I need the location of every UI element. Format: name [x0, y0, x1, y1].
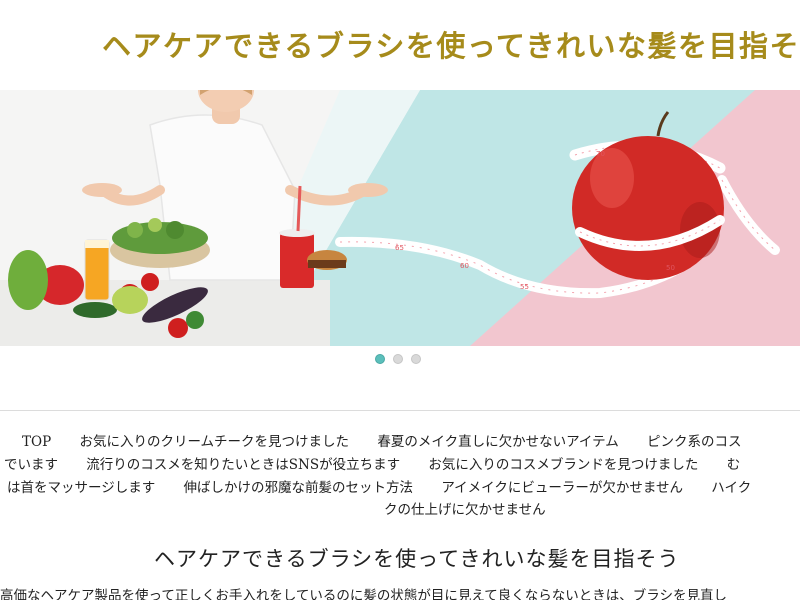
page: ヘアケアできるブラシを使ってきれいな髪を目指そ 70 50 55 60 65 T… [0, 0, 800, 600]
nav-link[interactable]: む [727, 457, 741, 473]
nav-link[interactable]: アイメイクにビューラーが欠かせません [441, 480, 683, 496]
nav-link[interactable]: 春夏のメイク直しに欠かせないアイテム [377, 434, 618, 450]
nav-link[interactable]: お気に入りのコスメブランドを見つけました [428, 457, 698, 473]
tape-mark: 50 [666, 264, 675, 272]
nav-row-4: クの仕上げに欠かせません [384, 499, 546, 521]
nav-link[interactable]: クの仕上げに欠かせません [384, 502, 546, 518]
slider-dot-2[interactable] [393, 354, 403, 364]
slider-dot-3[interactable] [411, 354, 421, 364]
site-title-link[interactable]: ヘアケアできるブラシを使ってきれいな髪を目指そ [102, 24, 800, 68]
nav-link[interactable]: 流行りのコスメを知りたいときはSNSが役立ちます [86, 457, 400, 473]
nav-link[interactable]: でいます [4, 457, 58, 473]
slider-pagination [375, 354, 421, 364]
slider-dot-1[interactable] [375, 354, 385, 364]
nav-row-1: TOP お気に入りのクリームチークを見つけました 春夏のメイク直しに欠かせないア… [22, 431, 742, 453]
global-nav: TOP お気に入りのクリームチークを見つけました 春夏のメイク直しに欠かせないア… [0, 410, 800, 518]
nav-row-3: は首をマッサージします 伸ばしかけの邪魔な前髪のセット方法 アイメイクにビューラ… [7, 477, 751, 499]
nav-link[interactable]: は首をマッサージします [7, 480, 155, 496]
article-intro-text: 高価なヘアケア製品を使って正しくお手入れをしているのに髪の状態が目に見えて良くな… [0, 588, 727, 600]
nav-link-top[interactable]: TOP [22, 434, 51, 450]
nav-link[interactable]: ハイク [711, 480, 751, 496]
tape-mark: 60 [460, 262, 469, 270]
tape-mark: 55 [520, 283, 529, 291]
nav-link[interactable]: お気に入りのクリームチークを見つけました [79, 434, 349, 450]
hero-slider[interactable]: 70 50 55 60 65 [0, 90, 800, 346]
article-heading: ヘアケアできるブラシを使ってきれいな髪を目指そう [154, 547, 680, 571]
tape-mark: 65 [395, 244, 404, 252]
tape-mark: 70 [596, 150, 605, 158]
nav-link[interactable]: ピンク系のコス [647, 434, 742, 450]
nav-link[interactable]: 伸ばしかけの邪魔な前髪のセット方法 [184, 480, 414, 496]
nav-row-2: でいます 流行りのコスメを知りたいときはSNSが役立ちます お気に入りのコスメブ… [4, 454, 740, 476]
hero-slide-image: 70 50 55 60 65 [0, 90, 800, 346]
